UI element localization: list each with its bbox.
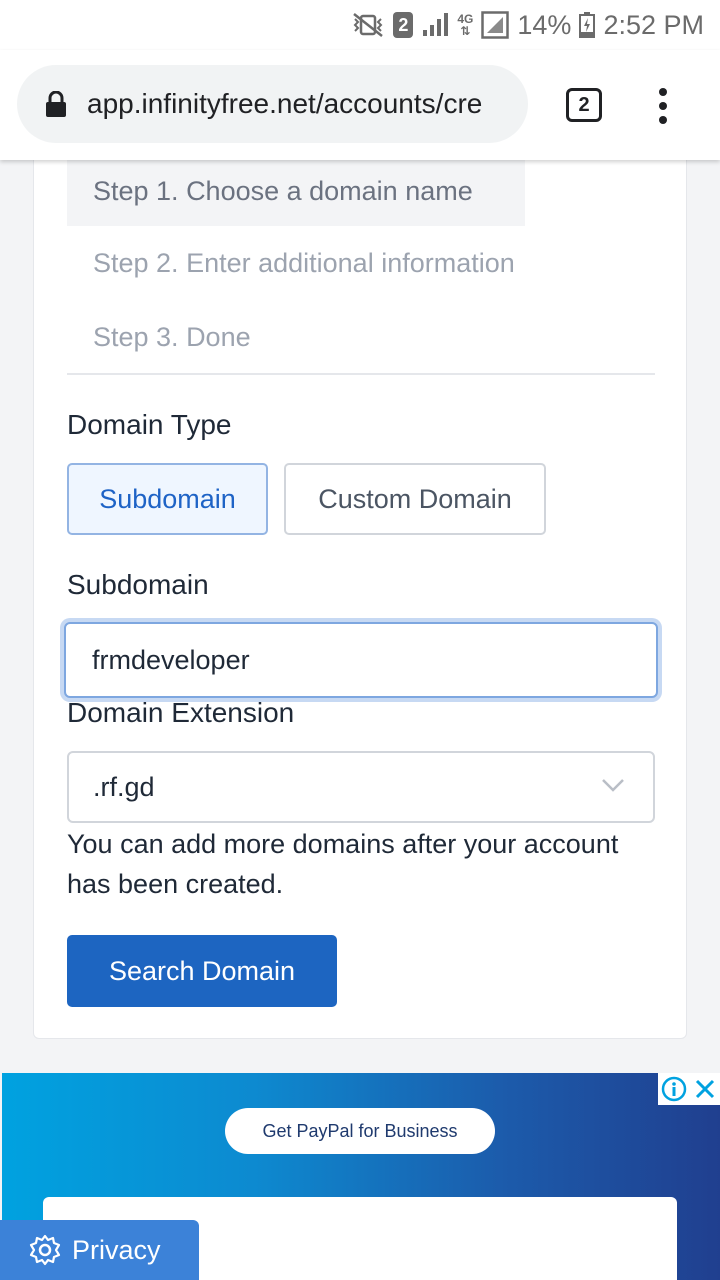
domain-extension-label: Domain Extension bbox=[67, 697, 295, 728]
create-account-card: Step 1. Choose a domain name Step 2. Ent… bbox=[33, 140, 687, 1039]
domain-type-label: Domain Type bbox=[67, 409, 232, 440]
step-2: Step 2. Enter additional information bbox=[93, 247, 515, 278]
subdomain-label: Subdomain bbox=[67, 569, 209, 600]
info-icon[interactable] bbox=[661, 1076, 687, 1102]
domain-extension-value: .rf.gd bbox=[93, 771, 155, 802]
gear-icon bbox=[29, 1234, 61, 1266]
browser-toolbar: app.infinityfree.net/accounts/cre 2 bbox=[0, 50, 720, 160]
data-arrows-icon: ⇅ bbox=[460, 24, 471, 38]
steps-nav: Step 1. Choose a domain name Step 2. Ent… bbox=[67, 156, 655, 375]
ad-controls bbox=[658, 1073, 720, 1105]
overflow-menu-icon[interactable] bbox=[655, 88, 671, 124]
signal-icon bbox=[421, 12, 449, 38]
close-icon[interactable] bbox=[692, 1076, 718, 1102]
custom-domain-option-button[interactable]: Custom Domain bbox=[284, 463, 546, 535]
vibrate-mute-icon bbox=[351, 12, 385, 38]
tab-switcher-button[interactable]: 2 bbox=[566, 88, 602, 122]
status-bar: 2 4G ⇅ 14% 2:52 PM bbox=[0, 0, 720, 50]
signal-box-icon bbox=[481, 11, 510, 39]
clock: 2:52 PM bbox=[603, 9, 704, 40]
privacy-settings-button[interactable]: Privacy bbox=[0, 1220, 199, 1280]
network-type: 4G ⇅ bbox=[457, 12, 474, 38]
step-3: Step 3. Done bbox=[93, 321, 251, 352]
ad-cta-button[interactable]: Get PayPal for Business bbox=[225, 1108, 495, 1154]
lock-icon bbox=[46, 91, 66, 117]
subdomain-option-button[interactable]: Subdomain bbox=[67, 463, 268, 535]
step-1: Step 1. Choose a domain name bbox=[67, 156, 525, 226]
privacy-label: Privacy bbox=[72, 1234, 161, 1265]
address-bar[interactable]: app.infinityfree.net/accounts/cre bbox=[17, 65, 528, 143]
search-domain-button[interactable]: Search Domain bbox=[67, 935, 337, 1007]
battery-charging-icon bbox=[579, 12, 596, 38]
url-text: app.infinityfree.net/accounts/cre bbox=[87, 88, 483, 119]
battery-percent: 14% bbox=[517, 9, 572, 40]
domain-extension-select[interactable]: .rf.gd bbox=[67, 751, 655, 823]
help-text: You can add more domains after your acco… bbox=[67, 829, 619, 899]
subdomain-input[interactable]: frmdeveloper bbox=[64, 622, 658, 698]
sim-slot-badge: 2 bbox=[393, 12, 414, 38]
chevron-down-icon bbox=[602, 779, 624, 792]
